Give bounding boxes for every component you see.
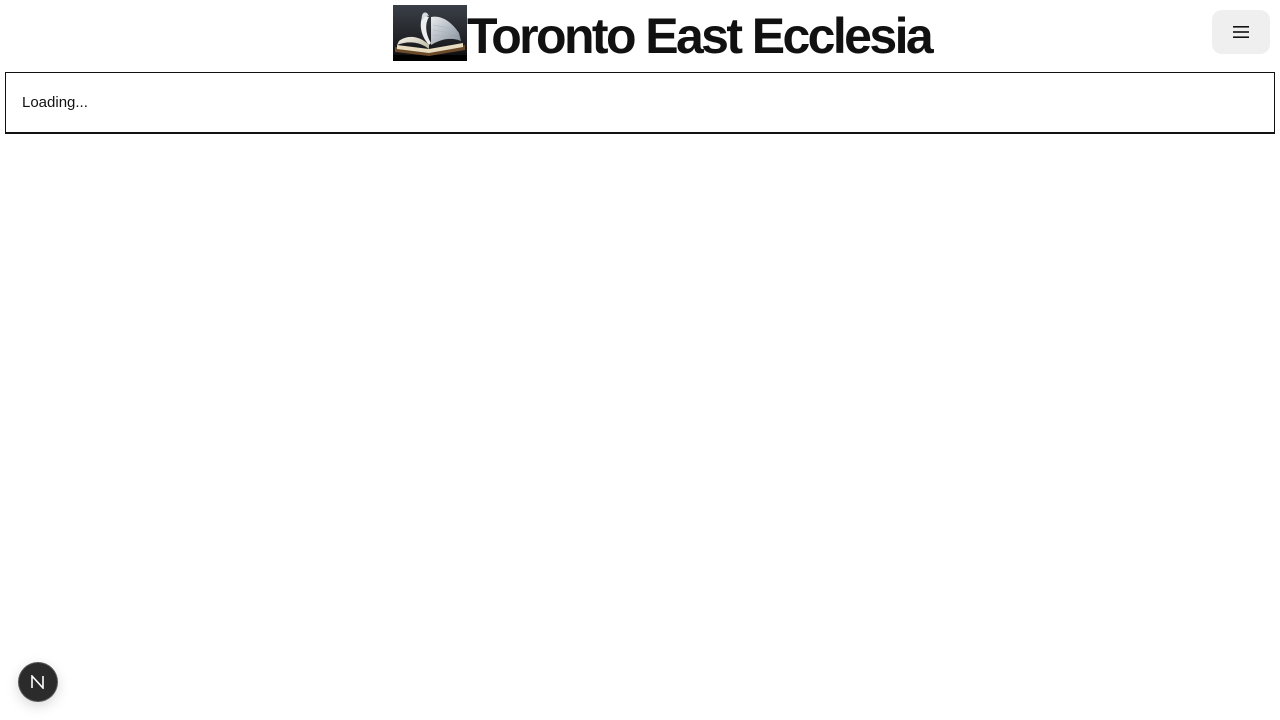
menu-button[interactable] [1212,10,1270,54]
open-bible-logo [393,5,467,61]
site-title: Toronto East Ecclesia [467,8,934,64]
loading-panel: Loading... [5,72,1275,134]
nextjs-logo-icon [31,675,44,689]
hamburger-menu-icon [1233,26,1249,38]
loading-status: Loading... [22,94,88,111]
brand[interactable]: Toronto East Ecclesia [393,5,934,67]
site-header: Toronto East Ecclesia [0,0,1280,72]
nextjs-dev-tools-button[interactable] [19,663,57,701]
